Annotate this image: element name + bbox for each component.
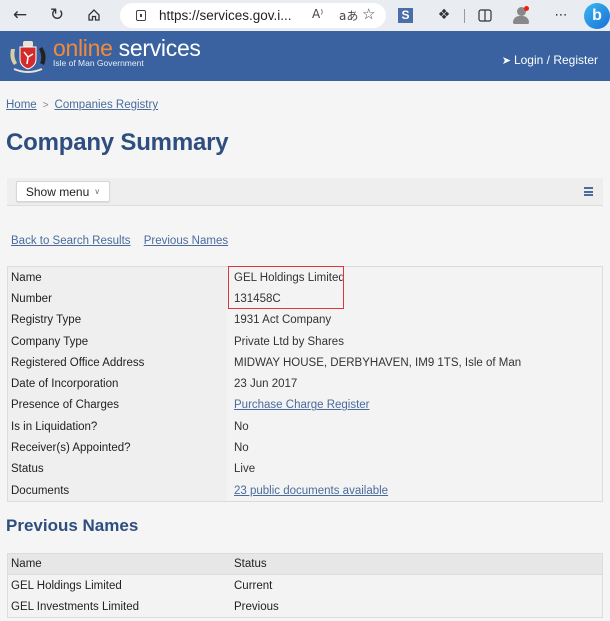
site-header: online services Isle of Man Government ➤… (0, 31, 610, 81)
lock-icon (136, 10, 146, 21)
table-row: Documents 23 public documents available (8, 479, 602, 502)
field-label: Name (8, 267, 227, 289)
field-value: GEL Holdings Limited (234, 271, 345, 284)
field-label: Is in Liquidation? (8, 416, 227, 438)
field-label: Presence of Charges (8, 394, 227, 417)
read-aloud-icon[interactable]: A⁾ (312, 7, 323, 21)
table-row: Presence of Charges Purchase Charge Regis… (8, 394, 602, 417)
isle-of-man-crest-logo[interactable] (6, 35, 50, 75)
field-value: 131458C (234, 292, 281, 305)
field-value: No (234, 420, 249, 433)
site-brand[interactable]: online services Isle of Man Government (53, 36, 201, 68)
field-label: Status (8, 458, 227, 480)
previous-names-heading: Previous Names (6, 516, 139, 535)
previous-name-cell: GEL Holdings Limited (11, 579, 122, 592)
table-row: GEL Investments Limited Previous (8, 596, 602, 617)
field-value: 23 Jun 2017 (234, 378, 298, 391)
sign-in-icon: ➤ (501, 54, 511, 67)
field-value: No (234, 442, 249, 455)
table-header-row: Name Status (8, 554, 602, 575)
field-value: MIDWAY HOUSE, DERBYHAVEN, IM9 1TS, Isle … (234, 356, 522, 369)
url-text: https://services.gov.i... (159, 8, 292, 23)
previous-names-link[interactable]: Previous Names (144, 235, 228, 247)
extensions-puzzle-icon[interactable]: ❖ (433, 4, 455, 26)
menu-bar: Show menu ∨ (7, 178, 603, 206)
field-value: Private Ltd by Shares (234, 335, 344, 348)
breadcrumb: Home > Companies Registry (6, 99, 158, 111)
previous-name-status-cell: Current (234, 579, 273, 592)
table-row: Is in Liquidation? No (8, 416, 602, 438)
translate-icon[interactable]: aあ (339, 7, 358, 24)
table-row: Number 131458C (8, 288, 602, 310)
previous-name-status-cell: Previous (234, 600, 279, 613)
login-register-label: Login / Register (513, 53, 598, 67)
show-menu-button[interactable]: Show menu ∨ (16, 181, 110, 202)
field-label: Company Type (8, 330, 227, 353)
more-options-icon[interactable]: ⋯ (550, 4, 572, 26)
back-to-search-results-link[interactable]: Back to Search Results (11, 235, 131, 247)
purchase-charge-register-link[interactable]: Purchase Charge Register (234, 399, 370, 411)
table-row: Status Live (8, 458, 602, 480)
toolbar-divider (464, 9, 465, 23)
table-row: Registered Office Address MIDWAY HOUSE, D… (8, 352, 602, 374)
browser-toolbar: ← ↻ https://services.gov.i... A⁾ aあ ☆ S … (0, 0, 610, 31)
login-register-link[interactable]: ➤ Login / Register (502, 53, 598, 67)
table-row: Receiver(s) Appointed? No (8, 437, 602, 459)
refresh-icon[interactable]: ↻ (46, 4, 68, 26)
hamburger-menu-icon[interactable] (584, 187, 593, 196)
home-icon[interactable] (83, 4, 105, 26)
extension-s-icon[interactable]: S (398, 8, 413, 23)
field-label: Registry Type (8, 309, 227, 331)
table-row: Name GEL Holdings Limited (8, 267, 602, 289)
favorite-star-icon[interactable]: ☆ (362, 5, 375, 23)
breadcrumb-home[interactable]: Home (6, 99, 37, 111)
table-row: Date of Incorporation 23 Jun 2017 (8, 373, 602, 395)
column-header-status: Status (234, 558, 267, 570)
field-label: Receiver(s) Appointed? (8, 437, 227, 459)
page-title: Company Summary (6, 129, 229, 156)
public-documents-link[interactable]: 23 public documents available (234, 485, 388, 497)
field-label: Registered Office Address (8, 352, 227, 374)
breadcrumb-separator-icon: > (42, 100, 49, 111)
company-summary-table: Name GEL Holdings Limited Number 131458C R… (7, 266, 603, 503)
bing-copilot-icon[interactable]: b (584, 3, 610, 29)
show-menu-label: Show menu (25, 184, 90, 199)
field-label: Number (8, 288, 227, 310)
split-screen-icon[interactable] (474, 4, 496, 26)
back-arrow-icon[interactable]: ← (9, 4, 31, 26)
breadcrumb-companies-registry[interactable]: Companies Registry (55, 99, 159, 111)
profile-avatar-icon[interactable] (513, 6, 529, 25)
table-row: Company Type Private Ltd by Shares (8, 330, 602, 353)
address-bar[interactable]: https://services.gov.i... A⁾ aあ ☆ (120, 3, 386, 28)
field-label: Date of Incorporation (8, 373, 227, 395)
field-value: 1931 Act Company (234, 314, 332, 327)
column-header-name: Name (11, 558, 42, 570)
table-row: Registry Type 1931 Act Company (8, 309, 602, 331)
page-links: Back to Search Results Previous Names (11, 235, 238, 247)
previous-name-cell: GEL Investments Limited (11, 600, 140, 613)
field-label: Documents (8, 479, 227, 502)
chevron-down-icon: ∨ (94, 187, 101, 196)
table-row: GEL Holdings Limited Current (8, 575, 602, 596)
field-value: Live (234, 463, 256, 476)
previous-names-table: Name Status GEL Holdings Limited Current… (7, 553, 603, 618)
